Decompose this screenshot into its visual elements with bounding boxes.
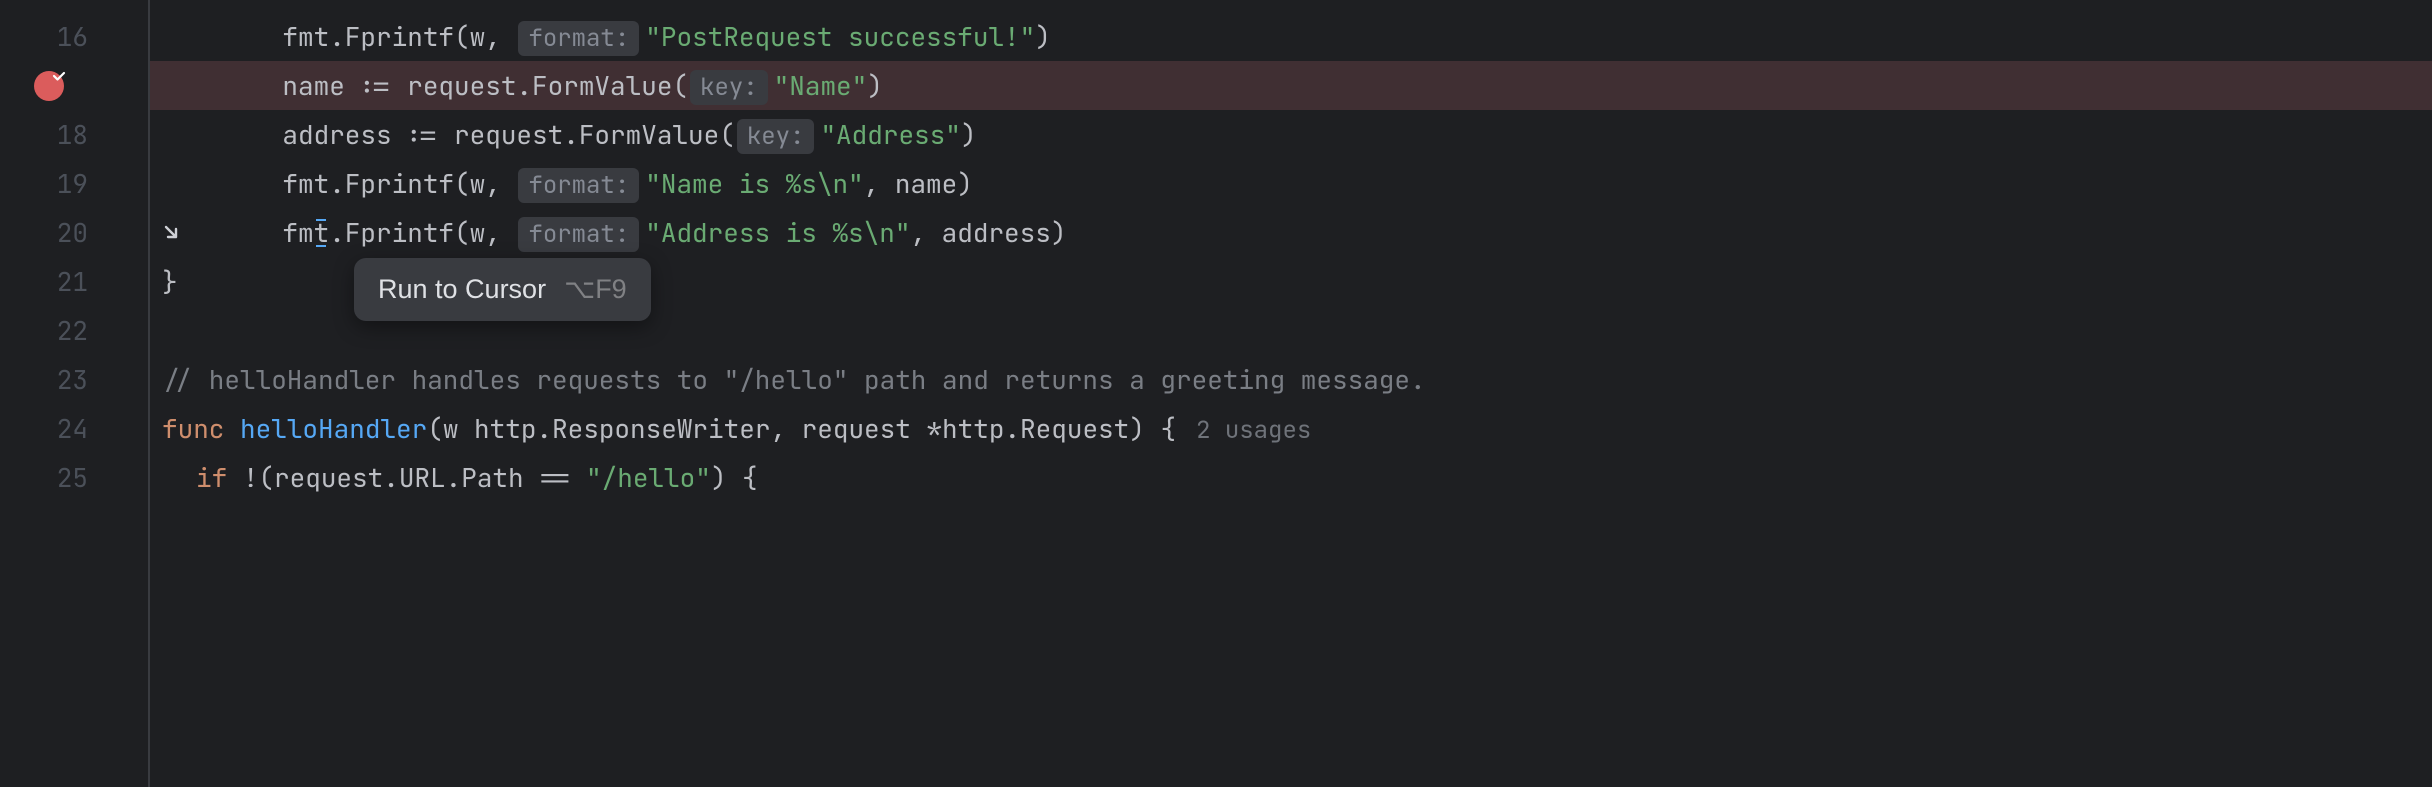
line-number: 16 <box>57 19 88 54</box>
inlay-hint: format: <box>518 21 639 56</box>
code-comment: // helloHandler handles requests to "/he… <box>162 362 1426 397</box>
line-number: 23 <box>57 362 88 397</box>
code-token: (w, <box>454 215 516 250</box>
code-token: (w, <box>454 19 516 54</box>
code-line[interactable]: if !(request.URL.Path == "/hello") { <box>150 453 2432 502</box>
code-token: "Name is %s\n" <box>645 166 863 201</box>
code-token: fmt <box>282 19 329 54</box>
code-token: (w, <box>454 166 516 201</box>
code-token: Fprintf <box>345 19 454 54</box>
gutter-row[interactable]: 16 <box>0 12 148 61</box>
gutter-row[interactable]: 25 <box>0 453 148 502</box>
code-token: , address) <box>910 215 1066 250</box>
line-number: 22 <box>57 313 88 348</box>
code-line[interactable]: fmt.Fprintf(w, format:"Address is %s\n",… <box>150 208 2432 257</box>
code-token: ) { <box>1129 411 1176 446</box>
code-token: name <box>282 68 360 103</box>
code-token: "Address is %s\n" <box>645 215 910 250</box>
breakpoint-icon[interactable] <box>34 71 64 101</box>
run-to-cursor-tooltip: Run to Cursor ⌥F9 <box>354 258 651 321</box>
gutter-row[interactable]: 24 <box>0 404 148 453</box>
code-token: request. <box>438 117 578 152</box>
code-token: } <box>162 264 178 299</box>
line-number: 20 <box>57 215 88 250</box>
code-token: Fprintf <box>345 166 454 201</box>
tooltip-label: Run to Cursor <box>378 274 546 305</box>
code-token: "Address" <box>820 117 960 152</box>
code-token: := <box>407 117 438 152</box>
code-line[interactable]: // helloHandler handles requests to "/he… <box>150 355 2432 404</box>
code-token: Fprintf <box>345 215 454 250</box>
code-token: if <box>196 460 243 495</box>
code-token: !(request.URL.Path == <box>243 460 586 495</box>
line-number: 18 <box>57 117 88 152</box>
code-token: ) <box>867 68 883 103</box>
gutter-row[interactable]: 19 <box>0 159 148 208</box>
code-token: ( <box>672 68 688 103</box>
code-token: func <box>162 411 240 446</box>
inlay-hint: format: <box>518 168 639 203</box>
code-line[interactable]: fmt.Fprintf(w, format:"Name is %s\n", na… <box>150 159 2432 208</box>
code-token: ( <box>719 117 735 152</box>
usages-hint[interactable]: 2 usages <box>1196 415 1311 446</box>
code-token: ) <box>1035 19 1051 54</box>
code-line[interactable]: address := request.FormValue(key:"Addres… <box>150 110 2432 159</box>
gutter-row[interactable] <box>0 61 148 110</box>
gutter-row[interactable]: 22 <box>0 306 148 355</box>
code-area[interactable]: fmt.Fprintf(w, format:"PostRequest succe… <box>150 0 2432 787</box>
gutter-row[interactable]: 18 <box>0 110 148 159</box>
line-number: 21 <box>57 264 88 299</box>
code-token: ResponseWriter <box>552 411 770 446</box>
code-token: , request *http. <box>770 411 1020 446</box>
code-token: request. <box>392 68 532 103</box>
code-token: "/hello" <box>586 460 711 495</box>
code-token: ) <box>961 117 977 152</box>
line-number: 24 <box>57 411 88 446</box>
gutter: 16 18 19 20 21 22 23 24 25 <box>0 0 150 787</box>
line-number: 19 <box>57 166 88 201</box>
code-line[interactable]: fmt.Fprintf(w, format:"PostRequest succe… <box>150 12 2432 61</box>
code-line-current[interactable]: name := request.FormValue(key:"Name") <box>150 61 2432 110</box>
code-token: helloHandler <box>240 411 427 446</box>
code-token: , name) <box>864 166 973 201</box>
inlay-hint: key: <box>737 119 815 154</box>
code-editor: 16 18 19 20 21 22 23 24 25 fmt.Fprintf(w… <box>0 0 2432 787</box>
code-token: Request <box>1020 411 1129 446</box>
gutter-row[interactable]: 21 <box>0 257 148 306</box>
code-token: address <box>282 117 407 152</box>
code-token: FormValue <box>579 117 719 152</box>
gutter-row[interactable]: 20 <box>0 208 148 257</box>
code-token: ) { <box>711 460 758 495</box>
code-token: (w http. <box>427 411 552 446</box>
code-token: "PostRequest successful!" <box>645 19 1035 54</box>
inlay-hint: format: <box>518 217 639 252</box>
code-token: FormValue <box>532 68 672 103</box>
code-line[interactable]: func helloHandler(w http.ResponseWriter,… <box>150 404 2432 453</box>
code-token: := <box>360 68 391 103</box>
inlay-hint: key: <box>690 70 768 105</box>
tooltip-shortcut: ⌥F9 <box>564 274 627 305</box>
gutter-row[interactable]: 23 <box>0 355 148 404</box>
line-number: 25 <box>57 460 88 495</box>
code-token: "Name" <box>774 68 868 103</box>
